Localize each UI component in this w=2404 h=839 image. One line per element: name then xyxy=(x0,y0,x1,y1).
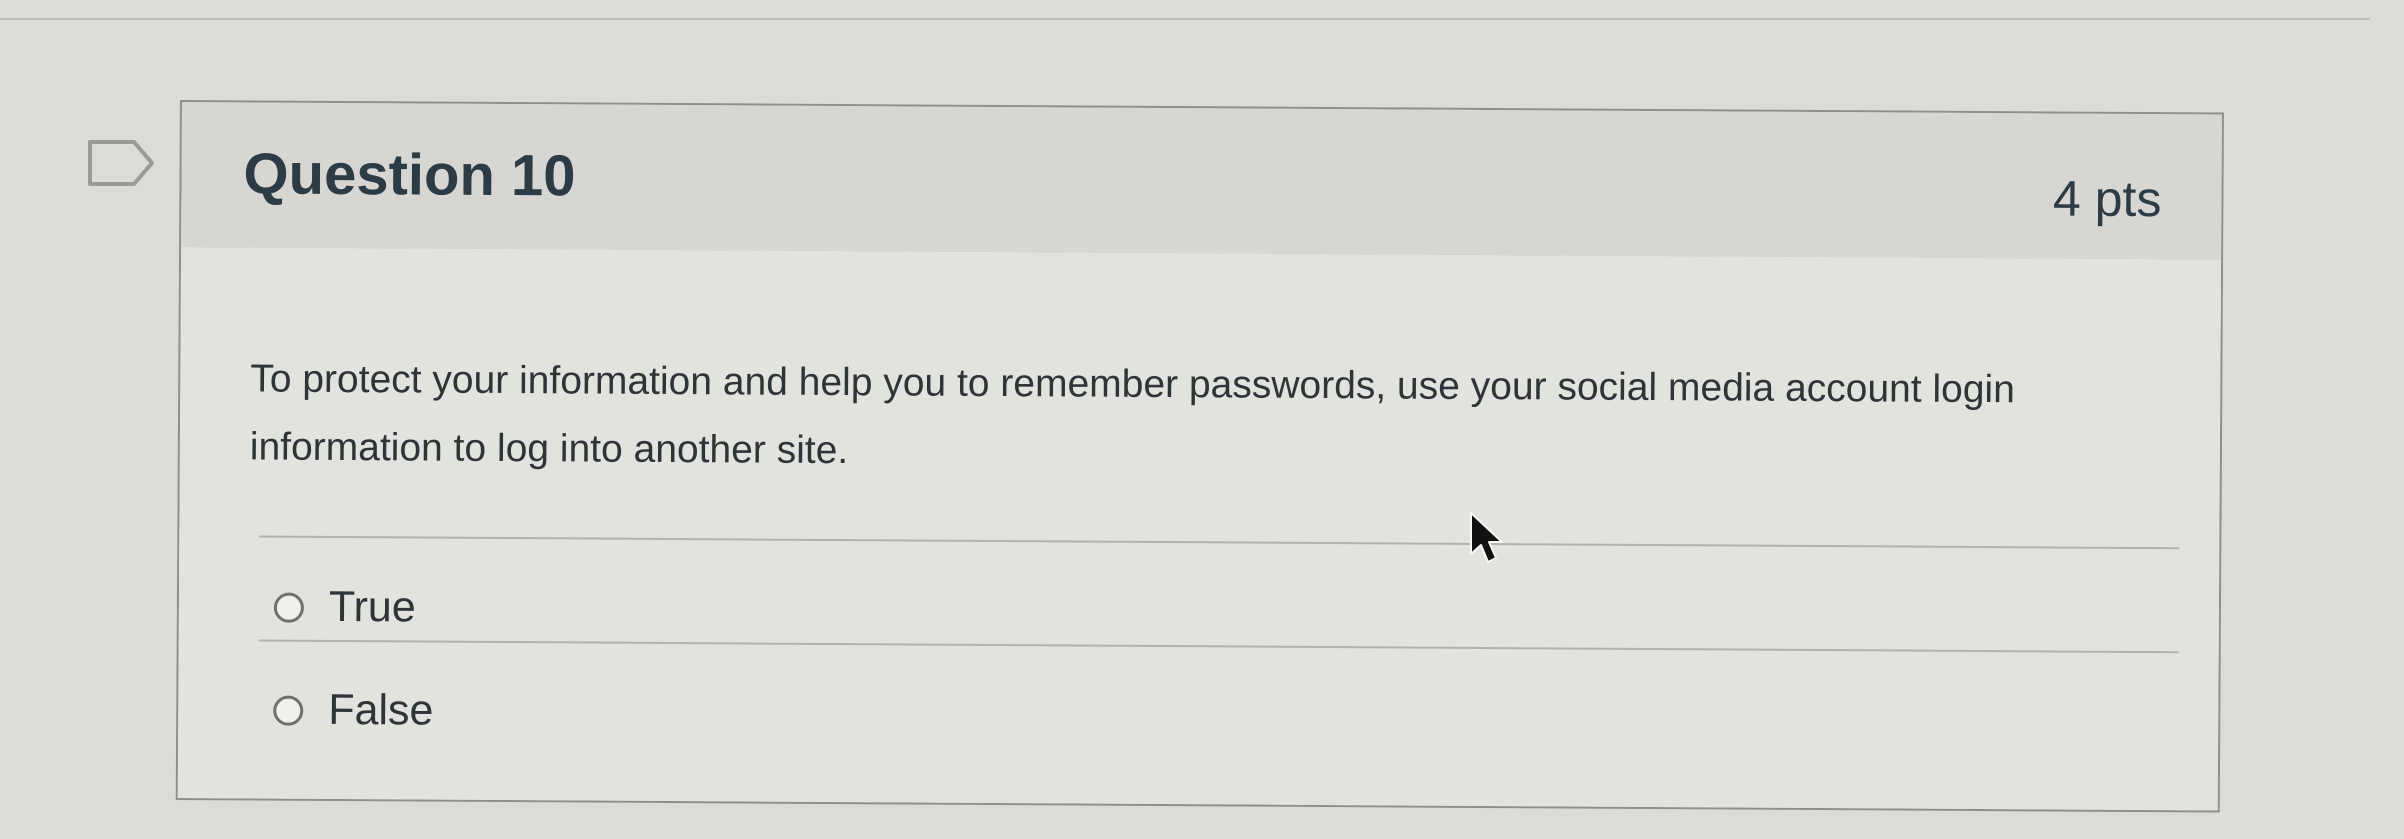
answer-list: True False xyxy=(178,247,2221,810)
question-points: 4 pts xyxy=(2052,170,2162,228)
radio-button[interactable] xyxy=(273,592,304,623)
flag-icon[interactable] xyxy=(86,138,156,188)
question-card: Question 10 4 pts To protect your inform… xyxy=(175,100,2224,813)
answer-label-true: True xyxy=(328,582,416,632)
answer-label-false: False xyxy=(328,685,434,735)
question-title: Question 10 xyxy=(243,141,576,209)
answer-divider-middle xyxy=(258,639,2179,654)
top-divider xyxy=(0,18,2370,20)
radio-button[interactable] xyxy=(273,695,304,726)
mouse-pointer-icon xyxy=(1470,512,1503,563)
answer-option-false[interactable]: False xyxy=(273,685,434,736)
answer-option-true[interactable]: True xyxy=(273,582,416,633)
question-header: Question 10 4 pts xyxy=(181,102,2222,262)
answer-divider-top xyxy=(259,535,2180,550)
question-body: To protect your information and help you… xyxy=(177,247,2222,811)
